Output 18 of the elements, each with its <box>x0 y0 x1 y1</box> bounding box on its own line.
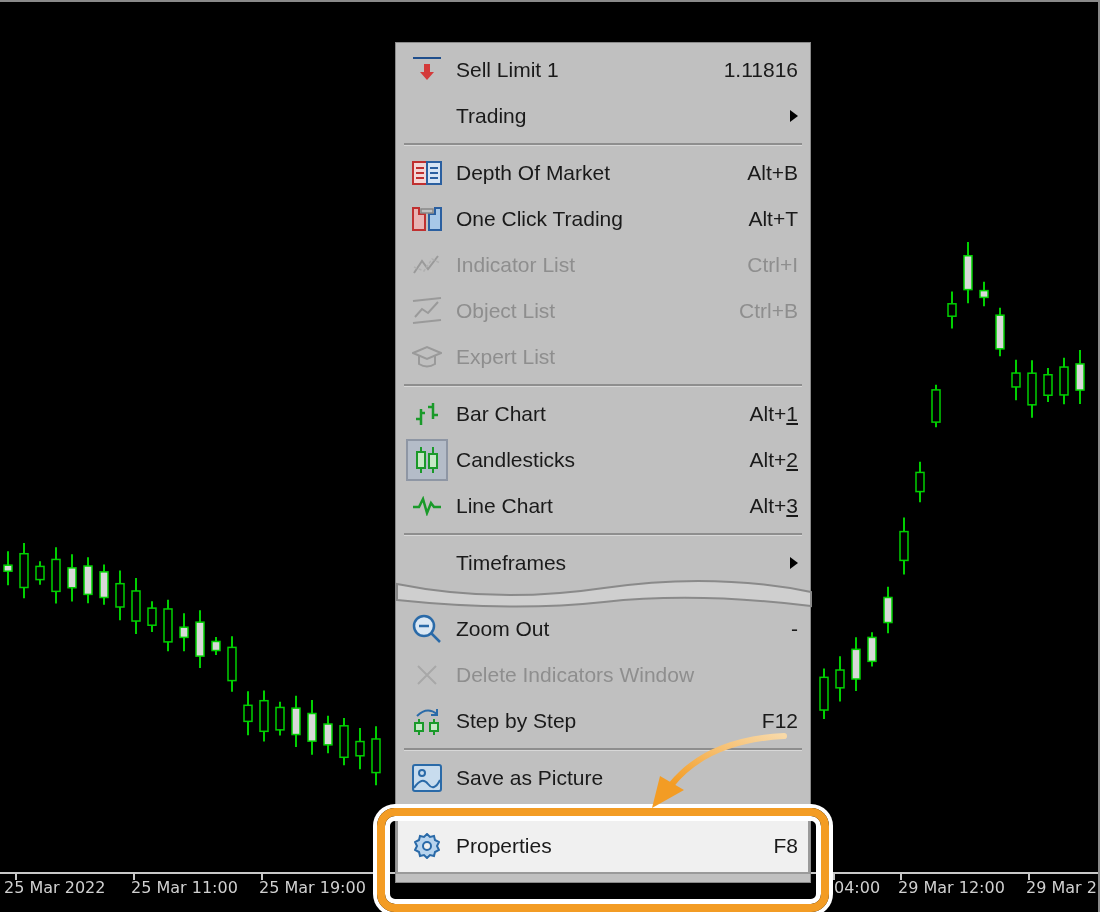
menu-item[interactable]: Bar Chart Alt+1 <box>396 391 810 437</box>
menu-item[interactable]: Step by Step F12 <box>396 698 810 744</box>
axis-label: 29 Mar 2 <box>1026 878 1097 897</box>
menu-item[interactable]: Trading <box>396 93 810 139</box>
menu-item[interactable]: Depth Of Market Alt+B <box>396 150 810 196</box>
axis-label: 25 Mar 2022 <box>4 878 106 897</box>
axis-label: 04:00 <box>834 878 881 897</box>
menu-item[interactable]: Candlesticks Alt+2 <box>396 437 810 483</box>
menu-item[interactable]: Timeframes <box>396 540 810 586</box>
menu-item[interactable]: One Click Trading Alt+T <box>396 196 810 242</box>
menu-item[interactable]: Sell Limit 1 1.11816 <box>396 47 810 93</box>
axis-label: 29 Mar 12:00 <box>898 878 1005 897</box>
menu-item[interactable]: Line Chart Alt+3 <box>396 483 810 529</box>
axis-label: 25 Mar 11:00 <box>131 878 238 897</box>
menu-item[interactable]: Save as Picture <box>396 755 810 801</box>
axis-label: 25 Mar 19:00 <box>259 878 366 897</box>
menu-item[interactable]: Zoom Out - <box>396 606 810 652</box>
menu-item[interactable]: Properties F8 <box>396 818 810 874</box>
